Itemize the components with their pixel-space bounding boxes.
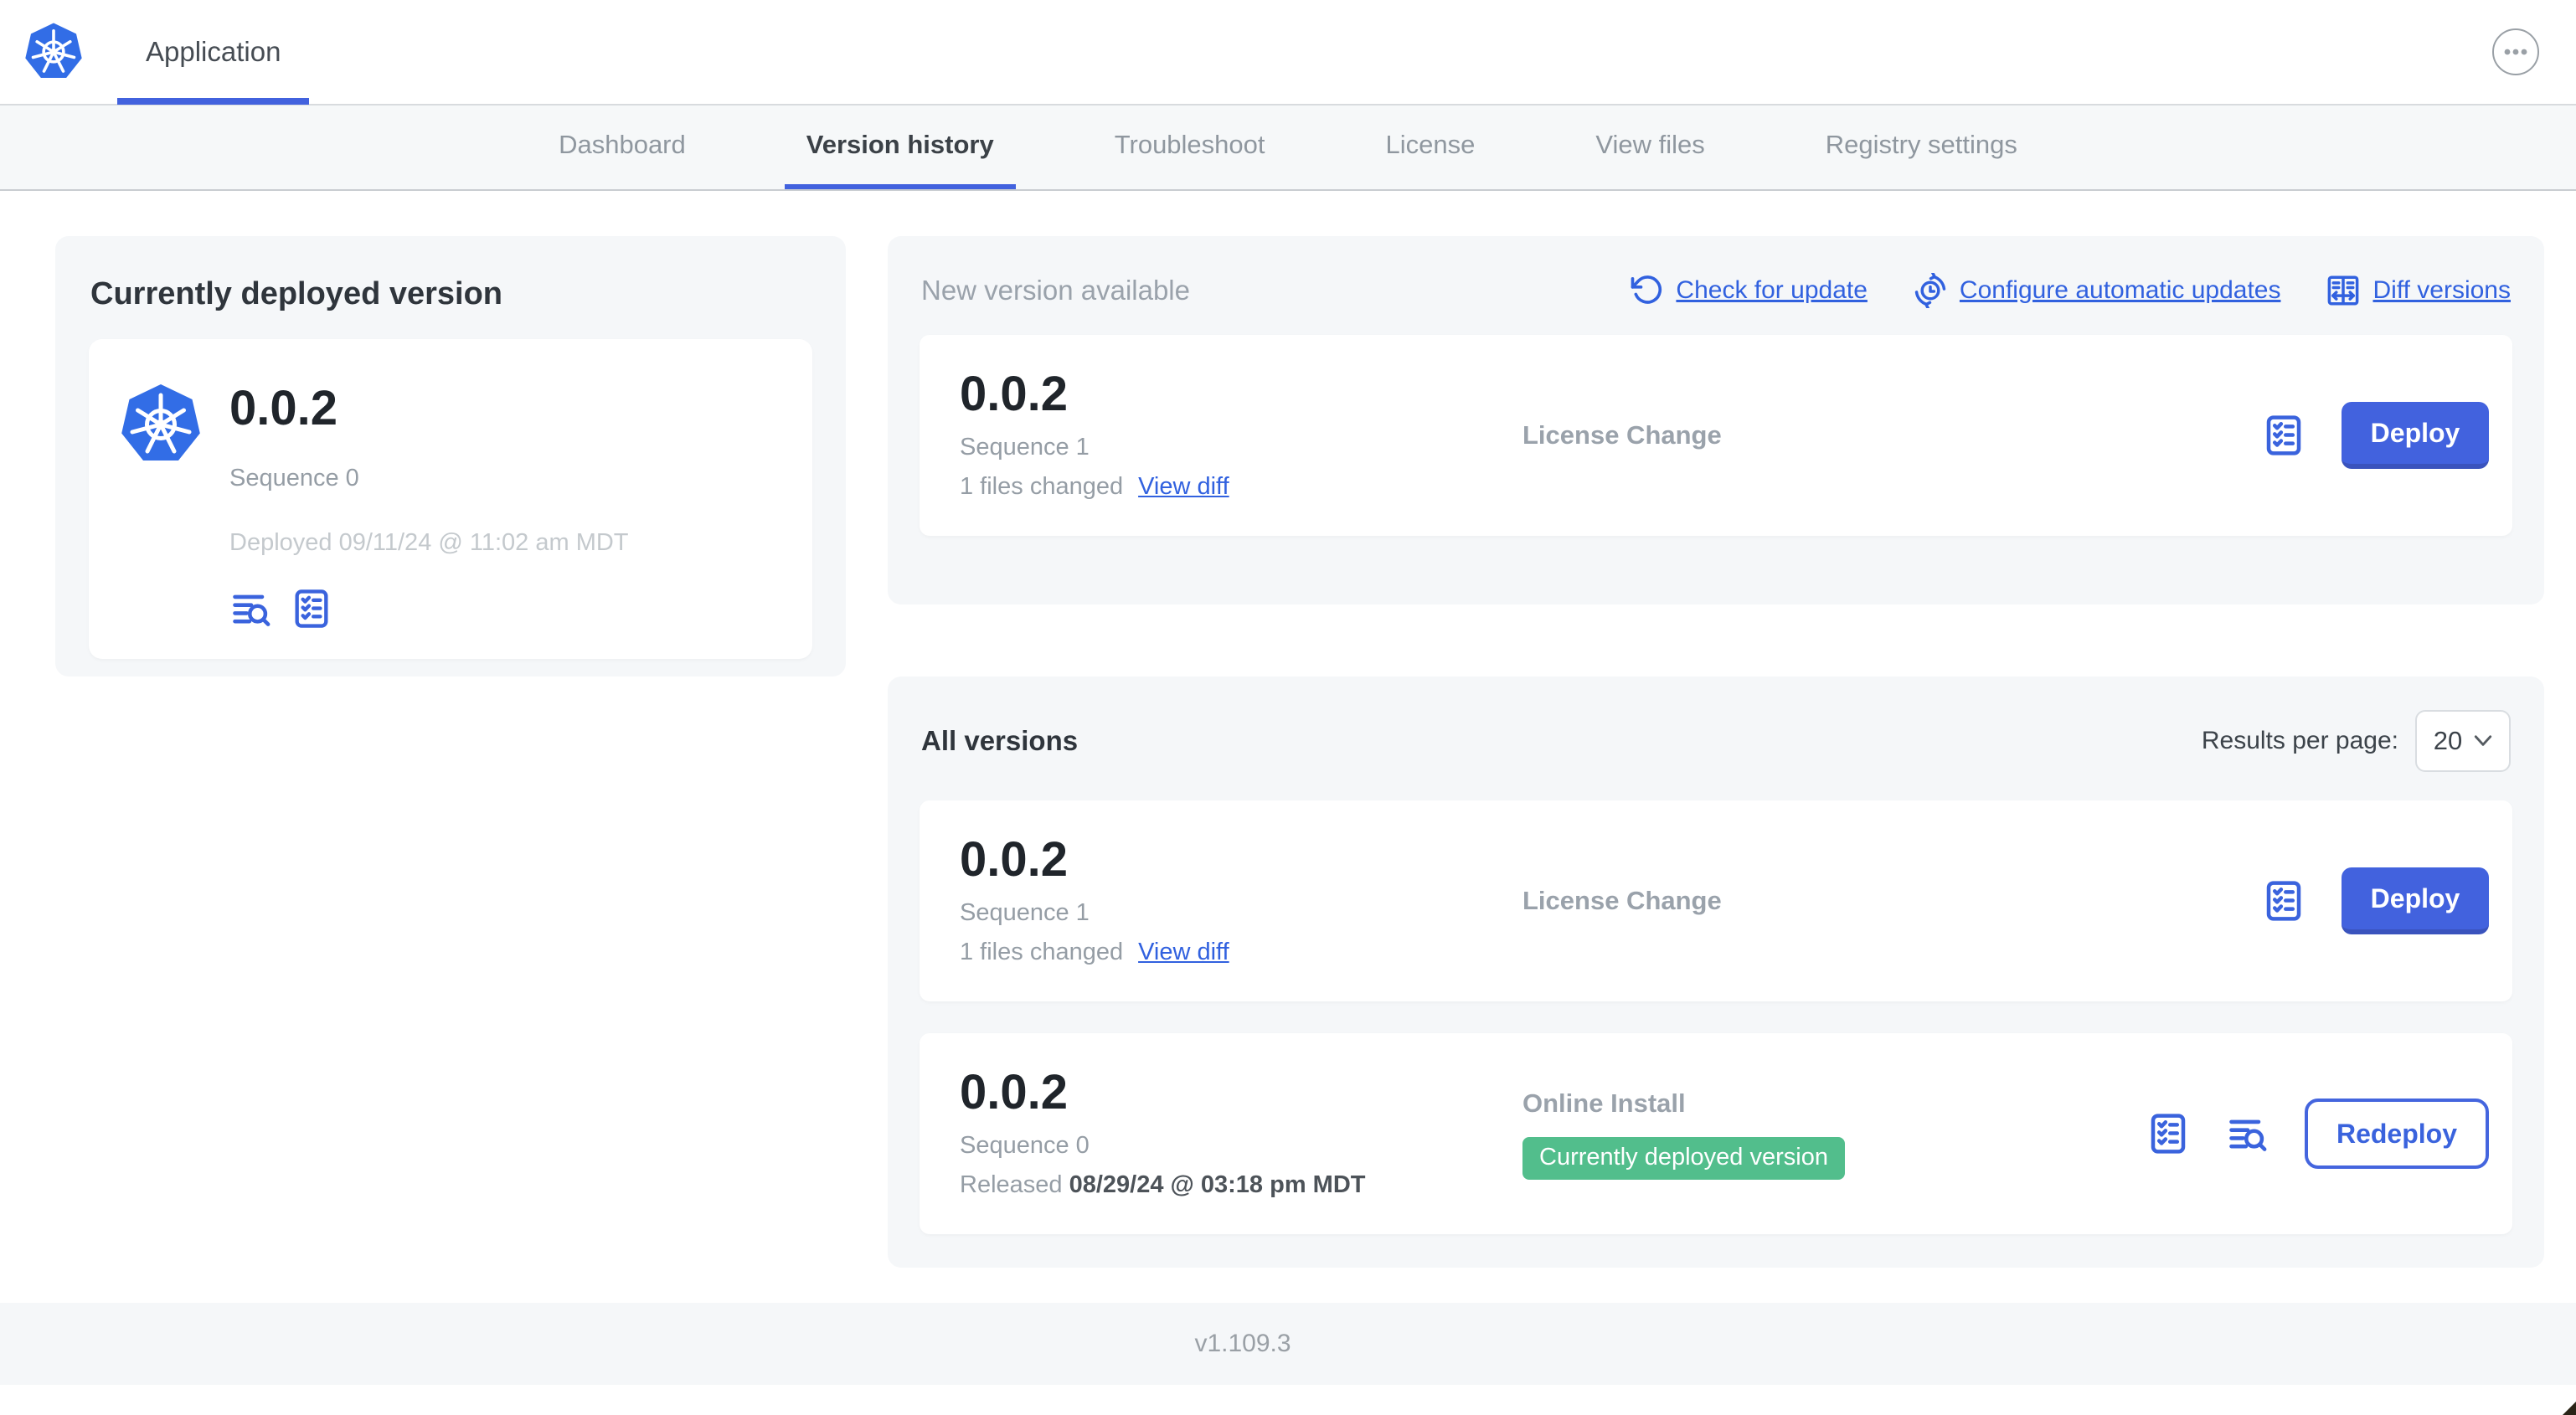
currently-deployed-title: Currently deployed version [90,276,503,311]
results-per-page-label: Results per page: [2201,727,2398,754]
ellipsis-menu-button[interactable] [2492,28,2539,75]
currently-deployed-version-card: 0.0.2 Sequence 0 Deployed 09/11/24 @ 11:… [89,339,812,659]
version-number: 0.0.2 [960,832,1068,887]
deploy-button[interactable]: Deploy [2342,402,2489,469]
version-source-label: Online Install [1522,1088,1686,1118]
results-per-page-value: 20 [2433,726,2463,755]
version-number: 0.0.2 [960,367,1068,421]
version-source-block: Online Install Currently deployed versio… [1522,1088,2146,1180]
view-diff-link[interactable]: View diff [1138,473,1229,501]
released-label: Released [960,1171,1063,1198]
refresh-icon [1631,275,1662,304]
new-version-title: New version available [921,275,1190,306]
main-content: Currently deployed version 0.0.2 Sequenc… [0,191,2576,1268]
new-version-row: 0.0.2 Sequence 1 1 files changed View di… [920,335,2512,536]
new-version-section: New version available Check for update C… [888,236,2544,605]
all-versions-title: All versions [921,725,1079,756]
current-version-number: 0.0.2 [229,381,337,435]
kubernetes-logo-icon [25,23,82,78]
admin-console-screen: Application Dashboard Version history Tr… [0,0,2576,1415]
current-deployed-timestamp: Deployed 09/11/24 @ 11:02 am MDT [229,529,629,556]
files-changed-text: 1 files changed [960,939,1124,965]
tab-troubleshoot[interactable]: Troubleshoot [1093,105,1287,189]
version-released-timestamp: Released 08/29/24 @ 03:18 pm MDT [960,1171,1522,1199]
version-number: 0.0.2 [960,1065,1068,1119]
app-header: Application [0,0,2576,105]
version-source-label: License Change [1522,886,1722,915]
app-tab-application[interactable]: Application [117,0,309,105]
configure-automatic-updates-link[interactable]: Configure automatic updates [1913,273,2281,308]
view-diff-link[interactable]: View diff [1138,939,1229,966]
deploy-logs-icon[interactable] [229,587,273,630]
preflight-checks-icon[interactable] [2261,878,2306,924]
all-versions-section: All versions Results per page: 20 0.0.2 … [888,677,2544,1268]
deploy-logs-icon[interactable] [2226,1112,2269,1155]
tab-view-files[interactable]: View files [1574,105,1726,189]
diff-versions-label: Diff versions [2372,276,2511,304]
diff-icon [2328,275,2359,306]
preflight-checks-icon[interactable] [290,587,333,630]
currently-deployed-badge: Currently deployed version [1522,1136,1845,1180]
deploy-button[interactable]: Deploy [2342,867,2489,934]
results-per-page-select[interactable]: 20 [2415,710,2511,772]
files-changed-text: 1 files changed [960,473,1124,500]
version-row-sequence-1: 0.0.2 Sequence 1 1 files changed View di… [920,800,2512,1001]
schedule-icon [1914,273,1946,308]
console-version: v1.109.3 [1194,1330,1291,1357]
released-date: 08/29/24 @ 03:18 pm MDT [1069,1171,1366,1198]
footer: v1.109.3 [0,1303,2576,1385]
kubernetes-app-icon [121,384,200,461]
tab-dashboard[interactable]: Dashboard [537,105,708,189]
app-tab-label: Application [146,36,281,67]
current-sequence: Sequence 0 [229,465,359,491]
version-sequence: Sequence 0 [960,1132,1090,1159]
version-sequence: Sequence 1 [960,434,1090,461]
tab-license[interactable]: License [1364,105,1497,189]
screenshot-corner-artifact [2559,1402,2576,1415]
tab-version-history[interactable]: Version history [784,105,1016,189]
tab-registry-settings[interactable]: Registry settings [1804,105,2039,189]
version-source-label: License Change [1522,420,1722,450]
version-row-sequence-0: 0.0.2 Sequence 0 Released 08/29/24 @ 03:… [920,1033,2512,1234]
redeploy-button[interactable]: Redeploy [2304,1099,2489,1169]
check-for-update-link[interactable]: Check for update [1631,274,1868,307]
check-for-update-label: Check for update [1676,276,1868,304]
diff-versions-link[interactable]: Diff versions [2326,273,2511,308]
ellipsis-icon [2504,49,2527,55]
version-sequence: Sequence 1 [960,899,1090,926]
preflight-checks-icon[interactable] [2146,1111,2191,1156]
configure-automatic-updates-label: Configure automatic updates [1959,276,2281,304]
currently-deployed-card: Currently deployed version 0.0.2 Sequenc… [55,236,846,677]
chevron-down-icon [2475,735,2492,746]
preflight-checks-icon[interactable] [2261,413,2306,458]
subnav-tabs: Dashboard Version history Troubleshoot L… [0,105,2576,191]
